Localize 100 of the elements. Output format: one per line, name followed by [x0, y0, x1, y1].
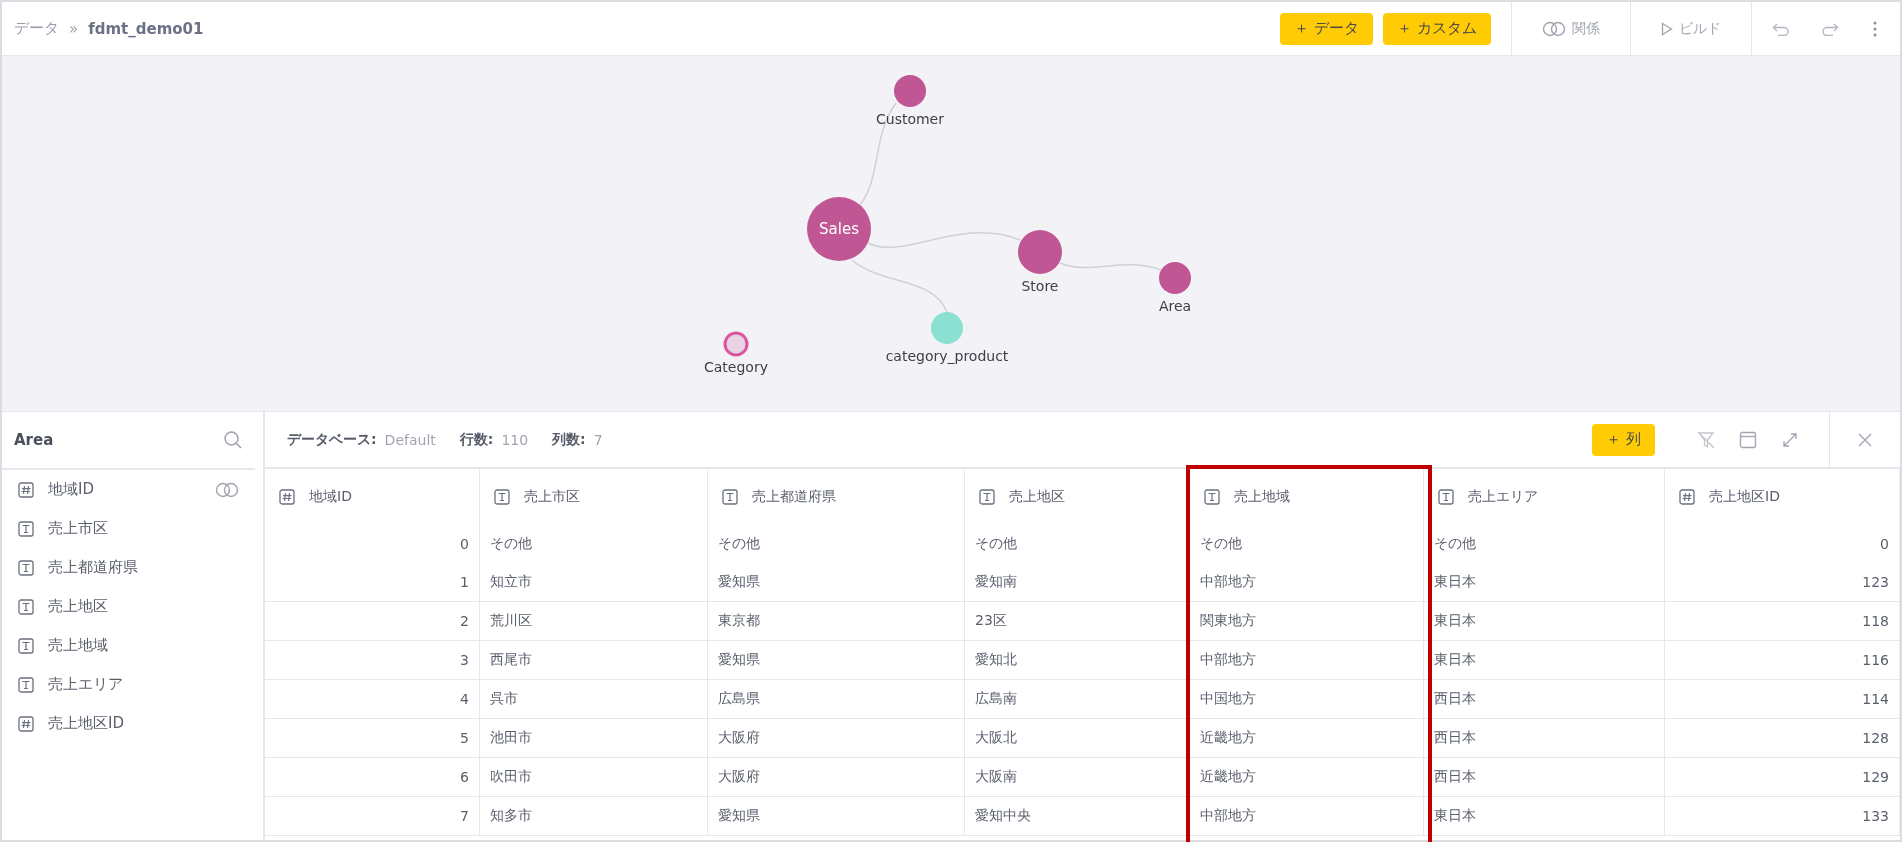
table-cell: 東日本	[1424, 563, 1665, 602]
text-type-icon	[18, 520, 34, 537]
column-header[interactable]: 売上市区	[480, 469, 708, 525]
table-cell: 116	[1665, 641, 1900, 680]
more-icon	[1873, 20, 1877, 37]
text-type-icon	[494, 489, 510, 505]
info-value: 7	[593, 431, 603, 448]
column-header[interactable]: 売上地区	[965, 469, 1190, 525]
table-cell: 6	[265, 758, 480, 797]
text-type-icon	[18, 598, 34, 615]
column-header[interactable]: 売上都道府県	[708, 469, 965, 525]
table-cell: 東日本	[1424, 797, 1665, 836]
node-label: Sales	[819, 220, 859, 238]
table-cell: その他	[1424, 525, 1665, 563]
add-button[interactable]: ＋ カスタム	[1383, 12, 1491, 45]
text-type-icon	[722, 489, 738, 505]
field-name[interactable]: 売上市区	[48, 519, 247, 538]
table-cell: 愛知県	[708, 641, 965, 680]
column-name: 売上エリア	[1468, 488, 1538, 506]
column-name: 売上地区ID	[1709, 488, 1780, 506]
table-cell: その他	[965, 525, 1190, 563]
table-cell: 中国地方	[1190, 680, 1424, 719]
field-name[interactable]: 売上都道府県	[48, 558, 247, 577]
info-label: 列数:	[552, 430, 586, 449]
window-icon	[1739, 430, 1757, 449]
node-label: category_product	[885, 348, 1009, 364]
table-node[interactable]	[807, 197, 871, 261]
table-cell: 愛知北	[965, 641, 1190, 680]
table-cell: 114	[1665, 680, 1900, 719]
table-node[interactable]	[1159, 262, 1191, 294]
table-node[interactable]	[723, 331, 749, 357]
table-node[interactable]	[931, 312, 963, 344]
breadcrumb-current: fdmt_demo01	[88, 19, 204, 38]
table-cell: その他	[708, 525, 965, 563]
hash-icon	[18, 715, 34, 732]
table-cell: 西日本	[1424, 758, 1665, 797]
hash-icon	[1679, 489, 1695, 505]
column-header[interactable]: 売上地域	[1190, 469, 1424, 525]
table-cell: 23区	[965, 602, 1190, 641]
text-type-icon	[18, 676, 34, 693]
field-name[interactable]: 売上地区ID	[48, 714, 247, 733]
table-cell: 知立市	[480, 563, 708, 602]
search-icon[interactable]	[223, 430, 243, 450]
table-cell: 123	[1665, 563, 1900, 602]
table-cell: 西日本	[1424, 680, 1665, 719]
text-type-icon	[18, 637, 34, 654]
table-cell: 近畿地方	[1190, 719, 1424, 758]
table-cell: 愛知南	[965, 563, 1190, 602]
node-label: Category	[704, 359, 768, 375]
table-cell: 東日本	[1424, 602, 1665, 641]
table-cell: 近畿地方	[1190, 758, 1424, 797]
table-cell: 0	[265, 525, 480, 563]
table-cell: 呉市	[480, 680, 708, 719]
table-cell: その他	[480, 525, 708, 563]
column-header[interactable]: 売上エリア	[1424, 469, 1665, 525]
node-label: Store	[1021, 278, 1059, 294]
table-cell: 7	[265, 797, 480, 836]
node-label: Customer	[876, 111, 944, 127]
info-label: データベース:	[287, 430, 377, 449]
node-label: Area	[1158, 298, 1192, 314]
table-cell: 西日本	[1424, 719, 1665, 758]
table-cell: 5	[265, 719, 480, 758]
info-value: 110	[501, 431, 529, 448]
breadcrumb-separator: »	[69, 19, 79, 38]
table-cell: 133	[1665, 797, 1900, 836]
column-name: 売上地区	[1009, 488, 1065, 506]
table-cell: 大阪北	[965, 719, 1190, 758]
hash-icon	[279, 489, 295, 505]
field-name[interactable]: 売上地区	[48, 597, 247, 616]
table-cell: 東日本	[1424, 641, 1665, 680]
expand-icon	[1782, 431, 1798, 448]
undo-icon	[1772, 21, 1790, 36]
text-type-icon	[979, 489, 995, 505]
table-cell: 118	[1665, 602, 1900, 641]
table-cell: 大阪府	[708, 719, 965, 758]
table-cell: 3	[265, 641, 480, 680]
table-cell: 池田市	[480, 719, 708, 758]
play-icon	[1661, 21, 1673, 36]
table-node[interactable]	[894, 75, 926, 107]
column-name: 売上都道府県	[752, 488, 836, 506]
table-cell: 大阪府	[708, 758, 965, 797]
table-cell: 西尾市	[480, 641, 708, 680]
table-cell: 広島県	[708, 680, 965, 719]
linked-circles-icon	[215, 481, 239, 498]
add-column-button[interactable]: ＋ 列	[1592, 423, 1655, 456]
field-name[interactable]: 地域ID	[48, 480, 201, 499]
column-header[interactable]: 売上地区ID	[1665, 469, 1900, 525]
info-value: Default	[384, 431, 436, 448]
add-button[interactable]: ＋ データ	[1280, 12, 1374, 45]
field-name[interactable]: 売上エリア	[48, 675, 247, 694]
column-name: 地域ID	[309, 488, 352, 506]
table-node[interactable]	[1018, 230, 1062, 274]
close-icon	[1857, 431, 1873, 448]
hash-icon	[18, 481, 34, 498]
table-cell: 中部地方	[1190, 641, 1424, 680]
table-cell: 1	[265, 563, 480, 602]
table-cell: 中部地方	[1190, 563, 1424, 602]
column-header[interactable]: 地域ID	[265, 469, 480, 525]
field-name[interactable]: 売上地域	[48, 636, 247, 655]
table-cell: 中部地方	[1190, 797, 1424, 836]
